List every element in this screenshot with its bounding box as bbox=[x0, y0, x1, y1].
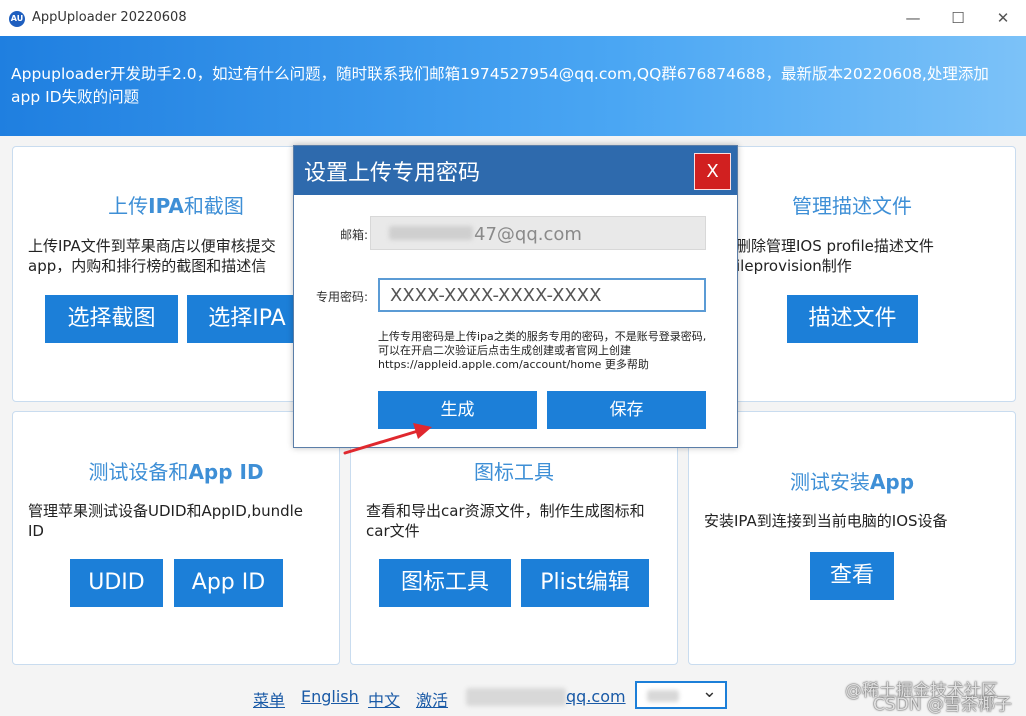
red-arrow-annotation bbox=[343, 423, 432, 455]
